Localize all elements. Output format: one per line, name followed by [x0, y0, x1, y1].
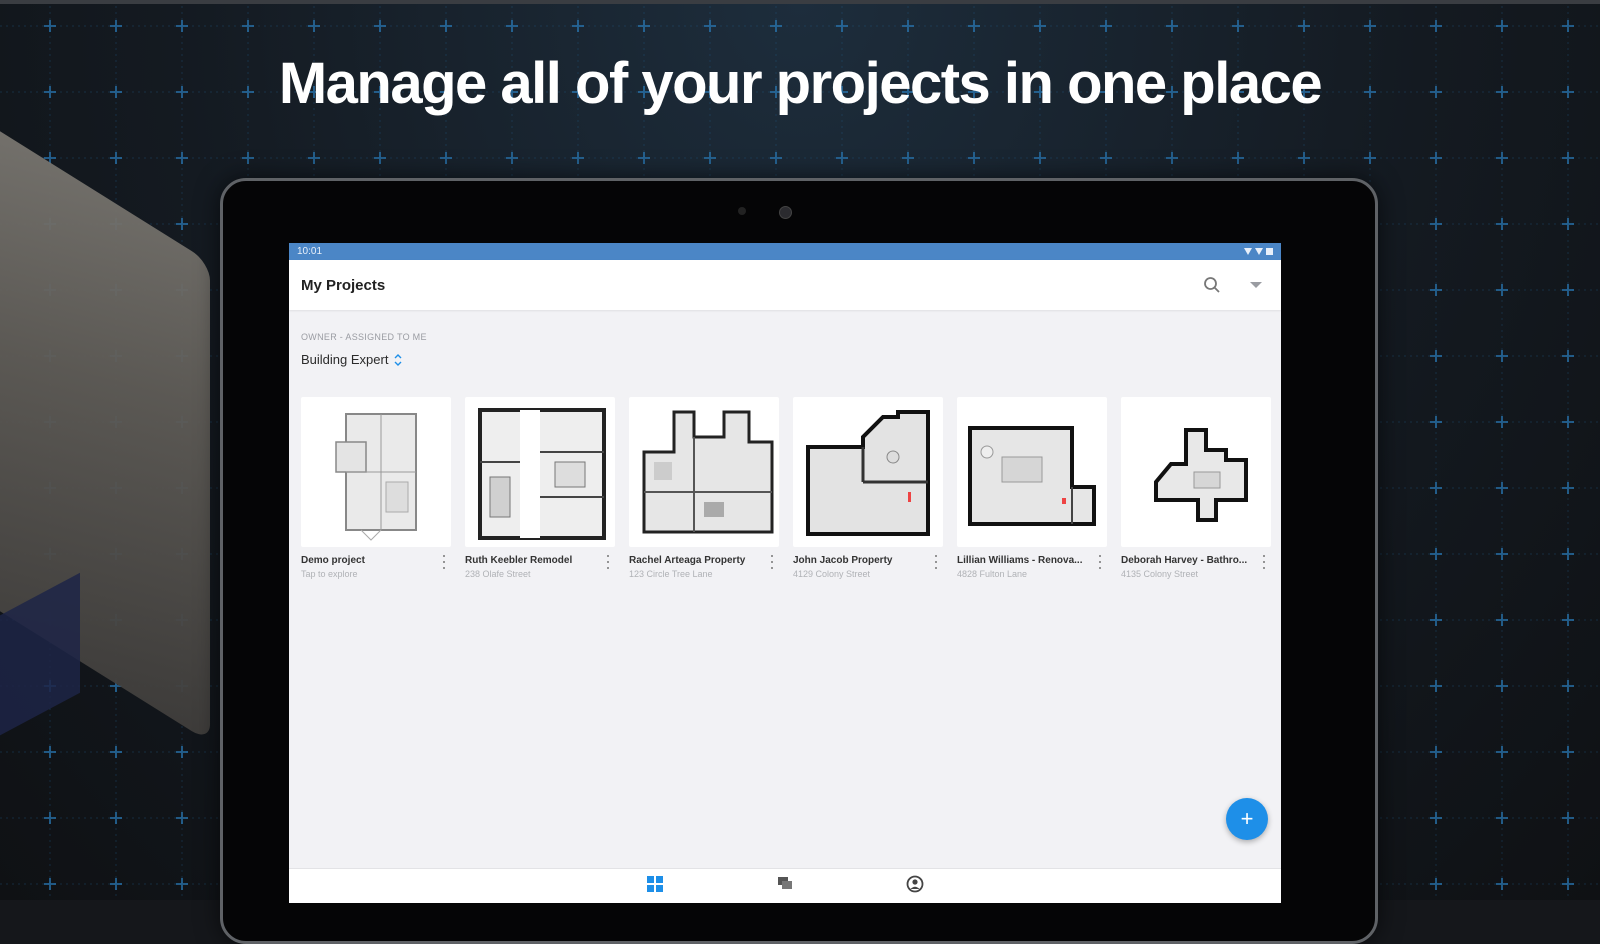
workspace-name: Building Expert — [301, 352, 389, 367]
app-bar: My Projects — [289, 260, 1281, 310]
project-subtitle: 4828 Fulton Lane — [957, 569, 1028, 579]
nav-item-projects[interactable] — [635, 869, 675, 903]
project-card[interactable]: Deborah Harvey - Bathro... 4135 Colony S… — [1121, 397, 1271, 583]
bottom-navigation — [289, 868, 1281, 903]
tablet-camera — [779, 206, 792, 219]
more-vert-icon[interactable] — [931, 555, 941, 569]
status-bar: 10:01 — [289, 243, 1281, 260]
profile-icon — [906, 875, 924, 893]
project-subtitle: 4129 Colony Street — [793, 569, 871, 579]
project-title: John Jacob Property — [793, 555, 893, 566]
wifi-icon — [1244, 248, 1252, 255]
project-title: Deborah Harvey - Bathro... — [1121, 555, 1248, 566]
project-card[interactable]: Ruth Keebler Remodel 238 Olafe Street — [465, 397, 615, 583]
top-strip — [0, 0, 1600, 4]
floorplan-thumbnail — [793, 397, 943, 547]
tablet-sensor — [738, 207, 746, 215]
floorplan-thumbnail — [1121, 397, 1271, 547]
project-subtitle: 238 Olafe Street — [465, 569, 531, 579]
headline: Manage all of your projects in one place — [278, 51, 1323, 116]
page-title: My Projects — [301, 276, 386, 294]
project-subtitle: 123 Circle Tree Lane — [629, 569, 713, 579]
filter-icon[interactable] — [1245, 274, 1267, 296]
battery-icon — [1266, 248, 1273, 255]
project-card[interactable]: John Jacob Property 4129 Colony Street — [793, 397, 943, 583]
project-card[interactable]: Demo project Tap to explore — [301, 397, 451, 583]
project-subtitle: 4135 Colony Street — [1121, 569, 1199, 579]
floorplan-thumbnail — [957, 397, 1107, 547]
filter-label: OWNER - ASSIGNED TO ME — [301, 332, 427, 342]
project-list: Demo project Tap to explore Ruth Keebler… — [301, 397, 1271, 583]
project-title: Demo project — [301, 555, 365, 566]
more-vert-icon[interactable] — [1095, 555, 1105, 569]
nav-item-messages[interactable] — [765, 869, 805, 903]
grid-icon — [647, 876, 663, 892]
project-subtitle: Tap to explore — [301, 569, 358, 579]
nav-item-profile[interactable] — [895, 869, 935, 903]
floorplan-thumbnail — [629, 397, 779, 547]
project-card[interactable]: Lillian Williams - Renova... 4828 Fulton… — [957, 397, 1107, 583]
workspace-selector[interactable]: Building Expert — [301, 352, 1281, 367]
add-project-button[interactable]: + — [1226, 798, 1268, 840]
chat-icon — [778, 877, 792, 889]
status-time: 10:01 — [297, 246, 323, 257]
project-card[interactable]: Rachel Arteaga Property 123 Circle Tree … — [629, 397, 779, 583]
search-icon[interactable] — [1201, 274, 1223, 296]
project-title: Rachel Arteaga Property — [629, 555, 746, 566]
more-vert-icon[interactable] — [439, 555, 449, 569]
project-title: Lillian Williams - Renova... — [957, 555, 1083, 566]
more-vert-icon[interactable] — [1259, 555, 1269, 569]
more-vert-icon[interactable] — [767, 555, 777, 569]
tablet-frame: 10:01 My Projects OWNER - ASSIGNED TO ME… — [220, 178, 1378, 944]
app-screen: 10:01 My Projects OWNER - ASSIGNED TO ME… — [289, 243, 1281, 903]
signal-icon — [1255, 248, 1263, 255]
floorplan-thumbnail — [465, 397, 615, 547]
project-title: Ruth Keebler Remodel — [465, 555, 573, 566]
floorplan-thumbnail — [301, 397, 451, 547]
chevron-updown-icon — [394, 353, 402, 366]
more-vert-icon[interactable] — [603, 555, 613, 569]
